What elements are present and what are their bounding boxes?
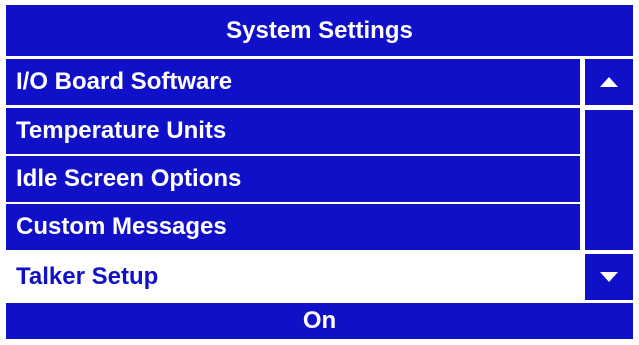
page-title-text: System Settings [226,16,413,44]
scroll-up-button[interactable] [585,59,633,105]
triangle-down-icon [600,272,618,282]
menu-item-io-board-software[interactable]: I/O Board Software [6,59,580,105]
setting-value-bar[interactable]: On [6,303,633,339]
menu-item-label: Temperature Units [16,117,227,144]
menu-item-label: I/O Board Software [16,68,233,95]
page-title: System Settings [6,5,633,56]
menu-item-label: Talker Setup [16,263,159,290]
settings-screen: System Settings I/O Board Software Tempe… [0,0,639,345]
setting-value: On [302,307,337,334]
menu-item-idle-screen-options[interactable]: Idle Screen Options [6,156,580,202]
menu-item-temperature-units[interactable]: Temperature Units [6,108,580,154]
menu-item-label: Custom Messages [16,213,227,240]
menu-item-custom-messages[interactable]: Custom Messages [6,204,580,250]
scroll-down-button[interactable] [585,254,633,300]
triangle-up-icon [600,77,618,87]
scroll-track[interactable] [585,110,633,250]
menu-item-label: Idle Screen Options [16,165,242,192]
menu-item-talker-setup[interactable]: Talker Setup [6,254,580,300]
